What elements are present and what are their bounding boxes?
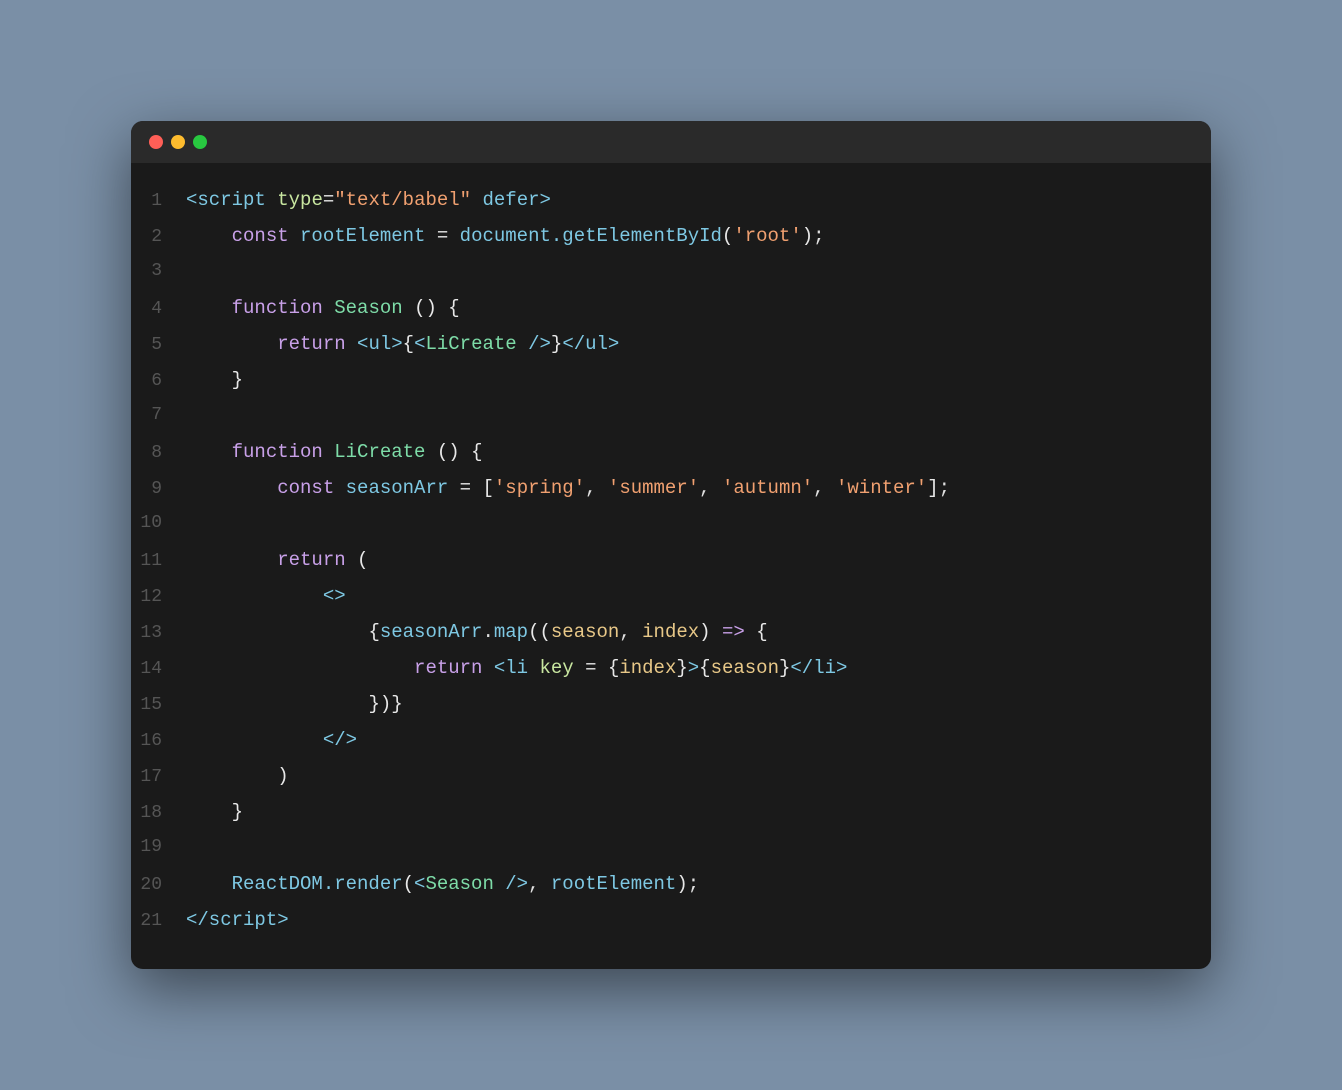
line-number-15: 15 [131, 691, 186, 720]
line-number-11: 11 [131, 547, 186, 576]
code-line-5: 5 return <ul>{<LiCreate />}</ul> [131, 327, 1211, 363]
code-content-12: <> [186, 581, 1211, 611]
line-number-19: 19 [131, 833, 186, 862]
line-number-18: 18 [131, 799, 186, 828]
code-line-13: 13 {seasonArr.map((season, index) => { [131, 615, 1211, 651]
code-content-9: const seasonArr = ['spring', 'summer', '… [186, 473, 1211, 503]
line-number-1: 1 [131, 187, 186, 216]
code-line-19: 19 [131, 831, 1211, 867]
line-number-17: 17 [131, 763, 186, 792]
code-line-6: 6 } [131, 363, 1211, 399]
line-number-7: 7 [131, 401, 186, 430]
code-line-10: 10 [131, 507, 1211, 543]
line-number-2: 2 [131, 223, 186, 252]
line-number-13: 13 [131, 619, 186, 648]
maximize-button[interactable] [193, 135, 207, 149]
code-line-4: 4 function Season () { [131, 291, 1211, 327]
line-number-20: 20 [131, 871, 186, 900]
line-number-14: 14 [131, 655, 186, 684]
code-line-1: 1 <script type="text/babel" defer> [131, 183, 1211, 219]
code-line-16: 16 </> [131, 723, 1211, 759]
code-line-20: 20 ReactDOM.render(<Season />, rootEleme… [131, 867, 1211, 903]
code-content-1: <script type="text/babel" defer> [186, 185, 1211, 215]
minimize-button[interactable] [171, 135, 185, 149]
line-number-5: 5 [131, 331, 186, 360]
code-line-8: 8 function LiCreate () { [131, 435, 1211, 471]
code-line-15: 15 })} [131, 687, 1211, 723]
line-number-10: 10 [131, 509, 186, 538]
code-content-13: {seasonArr.map((season, index) => { [186, 617, 1211, 647]
code-line-3: 3 [131, 255, 1211, 291]
code-content-16: </> [186, 725, 1211, 755]
line-number-12: 12 [131, 583, 186, 612]
line-number-4: 4 [131, 295, 186, 324]
code-content-21: </script> [186, 905, 1211, 935]
code-line-2: 2 const rootElement = document.getElemen… [131, 219, 1211, 255]
line-number-8: 8 [131, 439, 186, 468]
code-line-9: 9 const seasonArr = ['spring', 'summer',… [131, 471, 1211, 507]
code-content-18: } [186, 797, 1211, 827]
line-number-6: 6 [131, 367, 186, 396]
code-line-14: 14 return <li key = {index}>{season}</li… [131, 651, 1211, 687]
code-content-4: function Season () { [186, 293, 1211, 323]
code-line-12: 12 <> [131, 579, 1211, 615]
line-number-16: 16 [131, 727, 186, 756]
code-line-21: 21 </script> [131, 903, 1211, 939]
close-button[interactable] [149, 135, 163, 149]
code-content-15: })} [186, 689, 1211, 719]
code-content-8: function LiCreate () { [186, 437, 1211, 467]
code-area: 1 <script type="text/babel" defer> 2 con… [131, 163, 1211, 969]
code-line-17: 17 ) [131, 759, 1211, 795]
title-bar [131, 121, 1211, 163]
code-content-20: ReactDOM.render(<Season />, rootElement)… [186, 869, 1211, 899]
code-content-17: ) [186, 761, 1211, 791]
code-line-18: 18 } [131, 795, 1211, 831]
code-content-6: } [186, 365, 1211, 395]
code-editor-window: 1 <script type="text/babel" defer> 2 con… [131, 121, 1211, 969]
code-line-7: 7 [131, 399, 1211, 435]
code-line-11: 11 return ( [131, 543, 1211, 579]
code-content-11: return ( [186, 545, 1211, 575]
line-number-3: 3 [131, 257, 186, 286]
code-content-5: return <ul>{<LiCreate />}</ul> [186, 329, 1211, 359]
line-number-9: 9 [131, 475, 186, 504]
code-content-2: const rootElement = document.getElementB… [186, 221, 1211, 251]
line-number-21: 21 [131, 907, 186, 936]
code-content-14: return <li key = {index}>{season}</li> [186, 653, 1211, 683]
